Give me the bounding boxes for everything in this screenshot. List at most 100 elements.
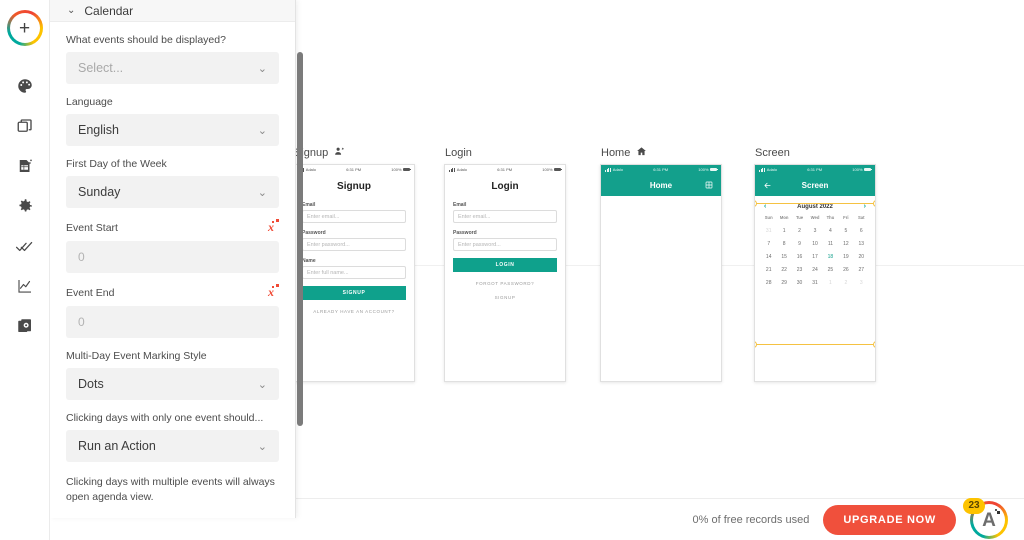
double-check-icon[interactable] [5, 226, 45, 266]
screen-home[interactable]: Home Adalo 6:31 PM 100% Home [600, 146, 722, 382]
calendar-day[interactable]: 30 [792, 277, 807, 290]
calendar-day[interactable]: 6 [854, 224, 869, 237]
calendar-day[interactable]: 27 [854, 264, 869, 277]
screen-login[interactable]: Login Adalo 6:31 PM 100% Login Email Ent… [444, 146, 566, 382]
calendar-day[interactable]: 18 [823, 250, 838, 263]
chevron-down-icon: ⌄ [67, 5, 76, 16]
calendar-day[interactable]: 2 [792, 224, 807, 237]
calendar-day[interactable]: 4 [823, 224, 838, 237]
resize-handle-bottom-left[interactable] [755, 341, 757, 348]
language-select[interactable]: English ⌄ [66, 114, 279, 146]
language-select-value: English [78, 123, 119, 137]
calendar-day[interactable]: 8 [776, 237, 791, 250]
login-email-input[interactable]: Enter email... [453, 210, 557, 223]
calendar-day[interactable]: 11 [823, 237, 838, 250]
multiday-select[interactable]: Dots ⌄ [66, 368, 279, 400]
calendar-day[interactable]: 21 [761, 264, 776, 277]
calendar-day[interactable]: 26 [838, 264, 853, 277]
screen-signup-label[interactable]: Signup [296, 146, 415, 160]
avatar-dot-large [997, 510, 1000, 514]
phone-home[interactable]: Adalo 6:31 PM 100% Home [600, 164, 722, 382]
palette-icon[interactable] [5, 66, 45, 106]
login-password-input[interactable]: Enter password... [453, 238, 557, 251]
panel-header[interactable]: ⌄ Calendar [50, 0, 295, 22]
next-month-button[interactable]: › [864, 203, 866, 210]
calendar-day[interactable]: 20 [854, 250, 869, 263]
calendar-day[interactable]: 5 [838, 224, 853, 237]
forgot-password-link[interactable]: FORGOT PASSWORD? [453, 281, 557, 286]
analytics-icon[interactable] [5, 266, 45, 306]
screen-signup[interactable]: Signup Adalo 6:31 PM 100% Signup Email E… [296, 146, 415, 382]
layers-icon[interactable] [5, 106, 45, 146]
screen-calendar[interactable]: Screen Adalo 6:31 PM 100% Screen ‹ Augus… [754, 146, 876, 382]
calendar-day[interactable]: 12 [838, 237, 853, 250]
calendar-day[interactable]: 25 [823, 264, 838, 277]
calendar-widget[interactable]: ‹ August 2022 › Sun Mon Tue Wed Thu Fri … [755, 196, 875, 290]
calendar-day[interactable]: 14 [761, 250, 776, 263]
screen-home-label[interactable]: Home [600, 146, 722, 160]
signup-name-label: Name [302, 258, 316, 264]
screen-login-label[interactable]: Login [444, 146, 566, 160]
battery-icon [403, 167, 412, 172]
signup-submit-button[interactable]: SIGNUP [302, 286, 406, 300]
carrier-label: Adalo [612, 167, 624, 172]
phone-login[interactable]: Adalo 6:31 PM 100% Login Email Enter ema… [444, 164, 566, 382]
editor-canvas[interactable]: Signup Adalo 6:31 PM 100% Signup Email E… [296, 0, 1024, 540]
phone-calendar[interactable]: Adalo 6:31 PM 100% Screen ‹ August 2022 … [754, 164, 876, 382]
media-icon[interactable] [5, 306, 45, 346]
status-time: 6:31 PM [807, 167, 823, 172]
event-start-input[interactable]: 0 [66, 241, 279, 273]
calendar-day[interactable]: 31 [761, 224, 776, 237]
calendar-day[interactable]: 13 [854, 237, 869, 250]
signup-password-input[interactable]: Enter password... [302, 238, 406, 251]
calendar-day[interactable]: 31 [807, 277, 822, 290]
signal-icon [449, 167, 455, 172]
first-day-select[interactable]: Sunday ⌄ [66, 176, 279, 208]
calendar-day[interactable]: 3 [807, 224, 822, 237]
formula-icon[interactable]: x [268, 219, 279, 235]
calendar-day[interactable]: 28 [761, 277, 776, 290]
language-label: Language [66, 84, 279, 114]
calendar-day[interactable]: 19 [838, 250, 853, 263]
upgrade-now-button[interactable]: UPGRADE NOW [823, 504, 956, 535]
avatar[interactable]: A 23 [963, 497, 1008, 539]
event-end-input[interactable]: 0 [66, 306, 279, 338]
calendar-day[interactable]: 23 [792, 264, 807, 277]
signup-link[interactable]: SIGNUP [453, 295, 557, 300]
calendar-day[interactable]: 29 [776, 277, 791, 290]
grid-icon[interactable] [703, 181, 715, 189]
notification-badge[interactable]: 23 [963, 497, 985, 514]
add-button[interactable]: + [6, 10, 43, 46]
calendar-day[interactable]: 17 [807, 250, 822, 263]
gear-icon[interactable] [5, 186, 45, 226]
login-submit-button[interactable]: LOGIN [453, 258, 557, 272]
signup-name-input[interactable]: Enter full name... [302, 266, 406, 279]
panel-scrollbar[interactable] [297, 52, 303, 426]
calendar-day[interactable]: 2 [838, 277, 853, 290]
back-arrow-icon[interactable] [761, 181, 773, 190]
calendar-day[interactable]: 1 [776, 224, 791, 237]
events-select[interactable]: Select... ⌄ [66, 52, 279, 84]
screen-calendar-label[interactable]: Screen [754, 146, 876, 160]
calendar-day[interactable]: 10 [807, 237, 822, 250]
first-day-label-text: First Day of the Week [66, 158, 167, 170]
click-single-select[interactable]: Run an Action ⌄ [66, 430, 279, 462]
screen-calendar-label-text: Screen [755, 147, 790, 159]
phone-signup[interactable]: Adalo 6:31 PM 100% Signup Email Enter em… [296, 164, 415, 382]
calendar-day[interactable]: 24 [807, 264, 822, 277]
calendar-day[interactable]: 16 [792, 250, 807, 263]
calendar-day[interactable]: 1 [823, 277, 838, 290]
calendar-day[interactable]: 15 [776, 250, 791, 263]
calendar-day[interactable]: 3 [854, 277, 869, 290]
database-icon[interactable] [5, 146, 45, 186]
battery-icon [864, 167, 873, 172]
prev-month-button[interactable]: ‹ [764, 203, 766, 210]
signup-account-link[interactable]: ALREADY HAVE AN ACCOUNT? [302, 309, 406, 314]
signup-email-input[interactable]: Enter email... [302, 210, 406, 223]
formula-icon[interactable]: x [268, 284, 279, 300]
calendar-day[interactable]: 9 [792, 237, 807, 250]
calendar-day[interactable]: 7 [761, 237, 776, 250]
resize-handle-bottom-right[interactable] [873, 341, 875, 348]
click-single-label-text: Clicking days with only one event should… [66, 412, 264, 424]
calendar-day[interactable]: 22 [776, 264, 791, 277]
